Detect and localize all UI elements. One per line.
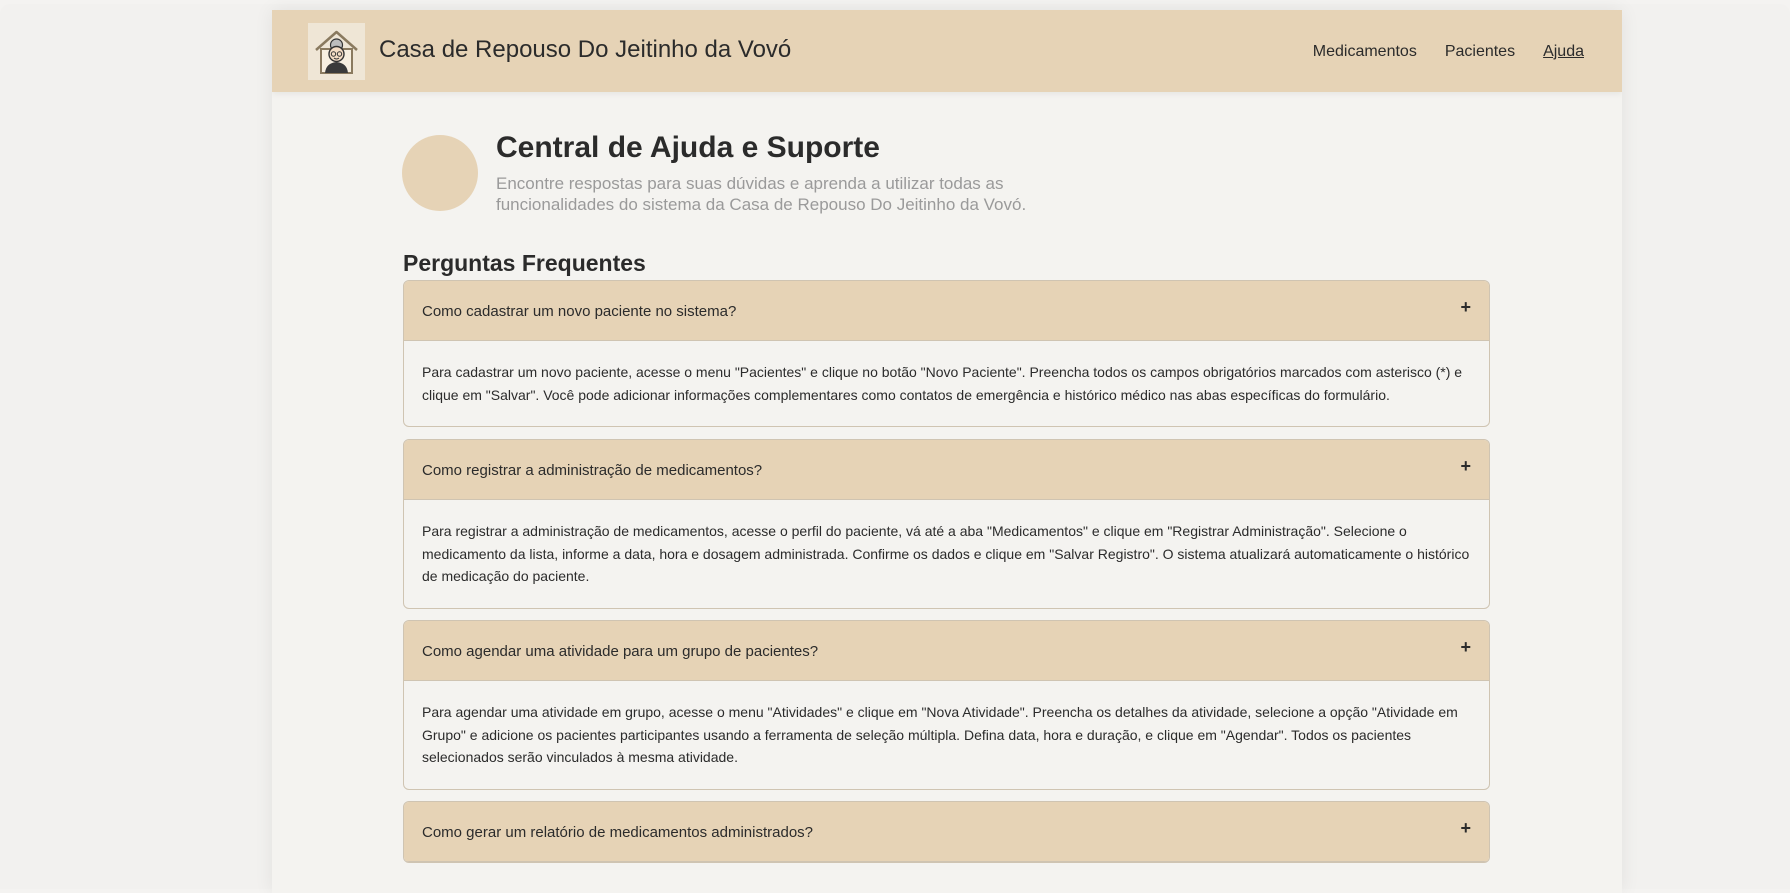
browser-viewport: Casa de Repouso Do Jeitinho da Vovó Medi…: [0, 4, 1790, 893]
nav-pacientes[interactable]: Pacientes: [1445, 43, 1515, 61]
plus-icon[interactable]: +: [1460, 637, 1471, 658]
plus-icon[interactable]: +: [1460, 818, 1471, 839]
site-header: Casa de Repouso Do Jeitinho da Vovó Medi…: [272, 10, 1622, 92]
faq-question-toggle[interactable]: Como gerar um relatório de medicamentos …: [404, 802, 1489, 862]
plus-icon[interactable]: +: [1460, 297, 1471, 318]
grandma-house-icon[interactable]: [308, 23, 365, 80]
faq-item: Como gerar um relatório de medicamentos …: [403, 801, 1490, 863]
faq-question-toggle[interactable]: Como agendar uma atividade para um grupo…: [404, 621, 1489, 681]
faq-question: Como registrar a administração de medica…: [422, 462, 763, 479]
main-nav: Medicamentos Pacientes Ajuda: [1313, 43, 1584, 61]
faq-item: Como cadastrar um novo paciente no siste…: [403, 280, 1490, 427]
faq-answer: Para agendar uma atividade em grupo, ace…: [422, 704, 1458, 765]
page-title: Central de Ajuda e Suporte: [496, 131, 880, 164]
faq-question-toggle[interactable]: Como registrar a administração de medica…: [404, 440, 1489, 500]
faq-answer: Para registrar a administração de medica…: [422, 523, 1470, 584]
faq-item: Como agendar uma atividade para um grupo…: [403, 620, 1490, 790]
faq-item: Como registrar a administração de medica…: [403, 439, 1490, 609]
faq-question: Como cadastrar um novo paciente no siste…: [422, 303, 737, 320]
faq-section-title: Perguntas Frequentes: [403, 250, 646, 276]
plus-icon[interactable]: +: [1460, 456, 1471, 477]
brand-title[interactable]: Casa de Repouso Do Jeitinho da Vovó: [379, 36, 791, 64]
page-container: Casa de Repouso Do Jeitinho da Vovó Medi…: [272, 10, 1622, 893]
nav-medicamentos[interactable]: Medicamentos: [1313, 43, 1417, 61]
faq-question-toggle[interactable]: Como cadastrar um novo paciente no siste…: [404, 281, 1489, 341]
faq-question: Como gerar um relatório de medicamentos …: [422, 824, 814, 841]
faq-answer: Para cadastrar um novo paciente, acesse …: [422, 364, 1463, 403]
page-subtitle: Encontre respostas para suas dúvidas e a…: [496, 174, 1027, 214]
hero-avatar-circle: [402, 135, 478, 211]
faq-question: Como agendar uma atividade para um grupo…: [422, 643, 819, 660]
nav-ajuda[interactable]: Ajuda: [1543, 43, 1584, 61]
